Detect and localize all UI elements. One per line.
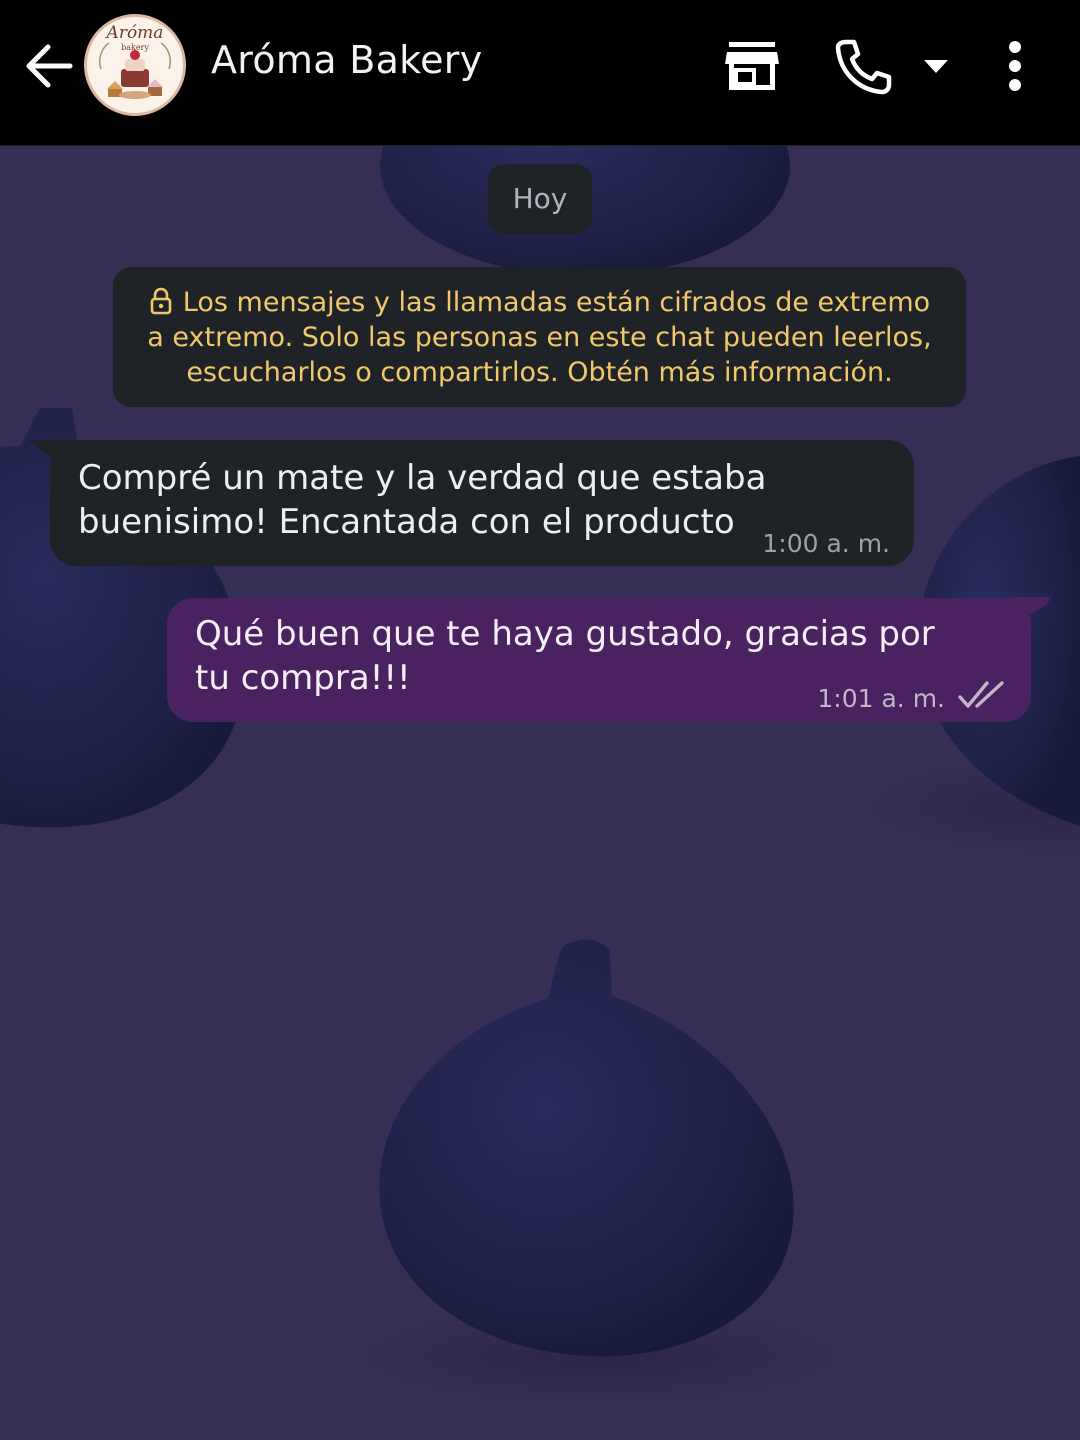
caret-down-icon <box>924 60 948 73</box>
store-button[interactable] <box>722 38 782 94</box>
call-options-dropdown[interactable] <box>920 54 952 78</box>
chat-header: Aróma bakery Aróma Bakery <box>0 0 1080 146</box>
encryption-notice-text: Los mensajes y las llamadas están cifrad… <box>147 287 932 388</box>
message-text: Compré un mate y la verdad que estaba bu… <box>78 458 767 542</box>
encryption-notice[interactable]: Los mensajes y las llamadas están cifrad… <box>113 267 966 407</box>
voice-call-button[interactable] <box>832 36 894 96</box>
arrow-back-icon <box>26 44 73 88</box>
double-check-icon <box>958 681 1004 708</box>
avatar-sub-text: bakery <box>121 43 149 52</box>
incoming-message[interactable]: Compré un mate y la verdad que estaba bu… <box>50 440 914 566</box>
message-time: 1:00 a. m. <box>762 529 890 558</box>
outgoing-message[interactable]: Qué buen que te haya gustado, gracias po… <box>167 598 1031 722</box>
date-chip: Hoy <box>488 164 592 234</box>
lock-icon <box>150 287 172 315</box>
contact-avatar[interactable]: Aróma bakery <box>84 14 186 116</box>
more-vertical-icon <box>1009 41 1021 91</box>
back-button[interactable] <box>18 36 78 96</box>
avatar-brand-text: Aróma <box>106 23 164 43</box>
store-icon <box>725 42 779 90</box>
phone-icon <box>835 39 892 95</box>
message-time: 1:01 a. m. <box>817 684 945 713</box>
more-options-button[interactable] <box>998 36 1032 96</box>
contact-name[interactable]: Aróma Bakery <box>211 38 483 82</box>
